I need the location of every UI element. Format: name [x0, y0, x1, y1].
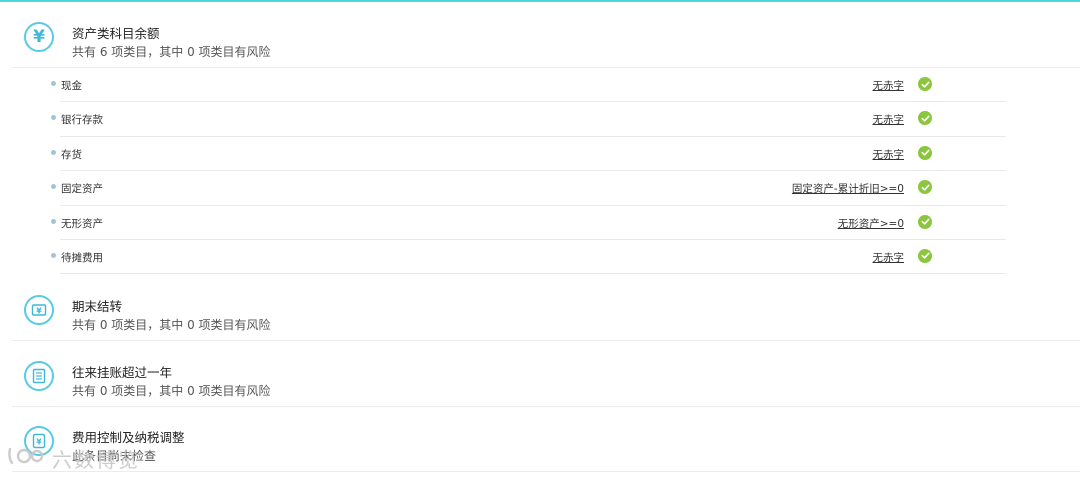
section-header[interactable]: 往来挂账超过一年 共有 0 项类目，其中 0 项类目有风险: [12, 341, 1080, 405]
list-item: 待摊费用 无赤字: [51, 240, 1006, 275]
bullet-icon: [51, 252, 56, 258]
item-label: 待摊费用: [61, 251, 103, 264]
bullet-icon: [51, 115, 56, 121]
section-overdue-accounts: 往来挂账超过一年 共有 0 项类目，其中 0 项类目有风险: [12, 341, 1080, 407]
svg-text:¥: ¥: [36, 307, 42, 316]
list-item: 存货 无赤字: [51, 137, 1006, 172]
item-label: 固定资产: [61, 183, 103, 196]
item-label: 银行存款: [61, 114, 103, 127]
check-circle-icon: [918, 214, 932, 229]
item-rule-link[interactable]: 无形资产>=0: [838, 216, 904, 231]
money-card-icon: ¥: [24, 295, 54, 325]
section-header[interactable]: ¥ 资产类科目余额 共有 6 项类目，其中 0 项类目有风险: [12, 2, 1080, 66]
item-label: 存货: [61, 148, 82, 161]
bullet-icon: [51, 81, 56, 86]
section-period-end-transfer: ¥ 期末结转 共有 0 项类目，其中 0 项类目有风险: [12, 275, 1080, 341]
bullet-icon: [51, 184, 56, 190]
bullet-icon: [51, 149, 56, 155]
asset-items-list: 现金 无赤字 银行存款 无赤字 存货 无赤字 固定资产 固定资产-累计折旧>=0…: [51, 68, 1006, 275]
section-title: 往来挂账超过一年: [72, 365, 173, 380]
item-label: 现金: [61, 80, 82, 92]
bullet-icon: [51, 218, 56, 224]
document-list-icon: [24, 361, 54, 391]
section-header[interactable]: ¥ 费用控制及纳税调整 此条目尚未检查: [12, 406, 1080, 470]
watermark-logo-icon: [6, 445, 46, 472]
divider: [12, 471, 1080, 472]
section-title: 期末结转: [72, 299, 123, 314]
check-circle-icon: [918, 77, 932, 91]
item-rule-link[interactable]: 固定资产-累计折旧>=0: [792, 181, 904, 196]
section-title: 资产类科目余额: [72, 26, 160, 41]
section-header[interactable]: ¥ 期末结转 共有 0 项类目，其中 0 项类目有风险: [12, 275, 1080, 339]
item-rule-link[interactable]: 无赤字: [873, 147, 905, 162]
section-asset-balance: ¥ 资产类科目余额 共有 6 项类目，其中 0 项类目有风险: [12, 2, 1080, 68]
item-rule-link[interactable]: 无赤字: [873, 112, 905, 127]
section-expense-tax-adjustment: ¥ 费用控制及纳税调整 此条目尚未检查: [12, 406, 1080, 472]
yuan-icon: ¥: [24, 22, 54, 52]
list-item: 银行存款 无赤字: [51, 102, 1006, 137]
check-circle-icon: [918, 248, 932, 263]
item-label: 无形资产: [61, 217, 103, 230]
check-circle-icon: [918, 180, 932, 195]
section-subtitle: 共有 0 项类目，其中 0 项类目有风险: [72, 318, 271, 332]
list-item: 固定资产 固定资产-累计折旧>=0: [51, 171, 1006, 206]
watermark: 六数博览: [6, 444, 140, 473]
item-rule-link[interactable]: 无赤字: [873, 78, 905, 93]
section-subtitle: 共有 6 项类目，其中 0 项类目有风险: [72, 45, 271, 59]
item-rule-link[interactable]: 无赤字: [873, 250, 905, 265]
check-circle-icon: [918, 111, 932, 126]
section-subtitle: 共有 0 项类目，其中 0 项类目有风险: [72, 384, 271, 398]
watermark-text: 六数博览: [52, 448, 140, 472]
check-circle-icon: [918, 145, 932, 160]
list-item: 现金 无赤字: [51, 68, 1006, 103]
list-item: 无形资产 无形资产>=0: [51, 206, 1006, 240]
